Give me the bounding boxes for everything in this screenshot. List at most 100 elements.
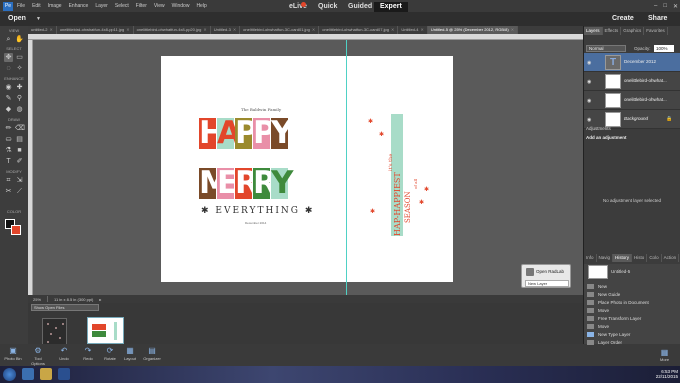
rotate-button[interactable]: ⟳ Rotate [99,344,121,361]
mode-expert[interactable]: Expert [374,2,408,12]
bin-thumbnail-active[interactable] [87,317,124,344]
content-move-icon[interactable]: ✂ [4,187,13,196]
shape-icon[interactable]: ■ [15,146,24,155]
doc-tab[interactable]: onelittlebird-ohwhatfun-3C-card01.jpg ✕ [240,26,320,34]
menu-view[interactable]: View [154,3,165,9]
tab-color[interactable]: Colo [647,254,662,262]
doc-tab[interactable]: onelittlebird-ohwhatfun-4x8-pp20.jpg ✕ [134,26,211,34]
tab-favorites[interactable]: Favorites [644,27,668,35]
zoom-level[interactable]: 25% [33,297,41,302]
tab-history[interactable]: History [613,254,633,262]
pencil-icon[interactable]: ✐ [15,157,24,166]
sponge-icon[interactable]: ◍ [15,105,24,114]
lasso-icon[interactable]: ◌ [4,64,13,73]
photo-bin-button[interactable]: ▣ Photo Bin [2,344,24,361]
history-item[interactable]: Move [587,308,609,314]
straighten-icon[interactable]: ⟋ [15,187,24,196]
crop-icon[interactable]: ⌗ [4,176,13,185]
start-button[interactable] [3,368,16,381]
history-item[interactable]: Free Transform Layer [587,316,641,322]
radlab-title[interactable]: Open RadLab [536,269,564,274]
chevron-right-icon[interactable]: ▸ [99,297,101,302]
history-item[interactable]: Layer Order [587,340,622,346]
smart-brush-icon[interactable]: ✎ [4,94,13,103]
guide-line[interactable] [346,40,347,295]
doc-tab[interactable]: onelittlebird-ohwhatfun-4x8-pp11.jpg ✕ [57,26,134,34]
paint-bucket-icon[interactable]: ⛀ [4,135,13,144]
move-icon[interactable]: ✥ [4,53,13,62]
menu-edit[interactable]: Edit [32,3,41,9]
history-snapshot[interactable]: Untitled-5 [611,269,630,274]
close-icon[interactable]: ✕ [673,3,678,10]
mode-elive[interactable]: eLive [283,2,313,12]
blur-icon[interactable]: ◆ [4,105,13,114]
menu-file[interactable]: File [17,3,25,9]
visibility-icon[interactable]: ◉ [587,117,591,123]
mode-quick[interactable]: Quick [312,2,343,12]
recompose-icon[interactable]: ⇲ [15,176,24,185]
menu-image[interactable]: Image [48,3,62,9]
opacity-input[interactable]: 100% [654,45,674,52]
marquee-icon[interactable]: ▭ [15,53,24,62]
doc-tab[interactable]: Untitled-3 ✕ [211,26,241,34]
history-item[interactable]: New Type Layer [587,332,630,338]
show-files-dropdown[interactable]: Show Open Files [31,304,99,311]
hand-icon[interactable]: ✋ [15,35,24,44]
eye-icon[interactable]: ◉ [4,83,13,92]
doc-tab[interactable]: untitled-2 ✕ [28,26,57,34]
tab-navigator[interactable]: Navig [597,254,614,262]
doc-tab[interactable]: Untitled-4 ✕ [398,26,428,34]
visibility-icon[interactable]: ◉ [587,79,591,85]
chevron-down-icon[interactable]: ▼ [36,16,41,22]
menu-filter[interactable]: Filter [136,3,147,9]
brush-icon[interactable]: ✏ [4,124,13,133]
minimize-icon[interactable]: – [654,3,657,9]
type-icon[interactable]: T [4,157,13,166]
gradient-icon[interactable]: ▤ [15,135,24,144]
system-clock[interactable]: 6:53 PM 22/11/2015 [652,369,678,379]
mode-guided[interactable]: Guided [342,2,378,12]
tab-info[interactable]: Info [584,254,597,262]
history-item[interactable]: New [587,284,607,290]
menu-select[interactable]: Select [115,3,129,9]
tab-histogram[interactable]: Histo [632,254,648,262]
blend-mode-select[interactable]: Normal [586,45,626,52]
photoshop-elements-icon[interactable] [58,368,70,380]
eraser-icon[interactable]: ⌫ [15,124,25,133]
history-item[interactable]: Move [587,324,609,330]
menu-enhance[interactable]: Enhance [69,3,89,9]
menu-window[interactable]: Window [172,3,190,9]
doc-tab-active[interactable]: Untitled-5 @ 25% (December 2012, RGB/8) ✕ [427,26,519,34]
more-button[interactable]: ▦ More [660,348,669,362]
organizer-button[interactable]: ▤ Organizer [141,344,163,361]
radlab-layer-select[interactable]: New Layer [525,280,569,287]
tab-layers[interactable]: Layers [584,27,603,35]
doc-tab[interactable]: onelittlebird-ohwhatfun-3C-card07.jpg ✕ [319,26,399,34]
visibility-icon[interactable]: ◉ [587,98,591,104]
tab-graphics[interactable]: Graphics [621,27,645,35]
spot-heal-icon[interactable]: ✚ [15,83,24,92]
visibility-icon[interactable]: ◉ [587,60,591,66]
layout-button[interactable]: ▦ Layout [119,344,141,361]
clone-stamp-icon[interactable]: ⚲ [15,94,24,103]
bin-thumbnail[interactable] [42,318,67,345]
layer-row[interactable]: ◉ onelittlebird-ohwhat... [584,91,680,110]
tab-effects[interactable]: Effects [603,27,622,35]
tool-options-button[interactable]: ⚙ Tool Options [27,344,49,366]
document-canvas[interactable]: The Baldwin Family H A P P Y M E R R Y ✱… [161,56,453,282]
radlab-panel[interactable]: Open RadLab New Layer [521,264,571,288]
taskbar-app-icon[interactable] [22,368,34,380]
folder-icon[interactable] [40,368,52,380]
create-button[interactable]: Create [612,15,634,22]
menu-layer[interactable]: Layer [95,3,108,9]
menu-help[interactable]: Help [196,3,206,9]
background-color-swatch[interactable] [11,225,21,235]
redo-button[interactable]: ↷ Redo [77,344,99,361]
eyedropper-icon[interactable]: ⚗ [4,146,13,155]
tab-actions[interactable]: Action [662,254,680,262]
history-item[interactable]: Place Photo in Document [587,300,649,306]
layer-row[interactable]: ◉ onelittlebird-ohwhat... [584,72,680,91]
open-button[interactable]: Open [8,15,26,22]
undo-button[interactable]: ↶ Undo [53,344,75,361]
magic-wand-icon[interactable]: ✧ [15,64,24,73]
